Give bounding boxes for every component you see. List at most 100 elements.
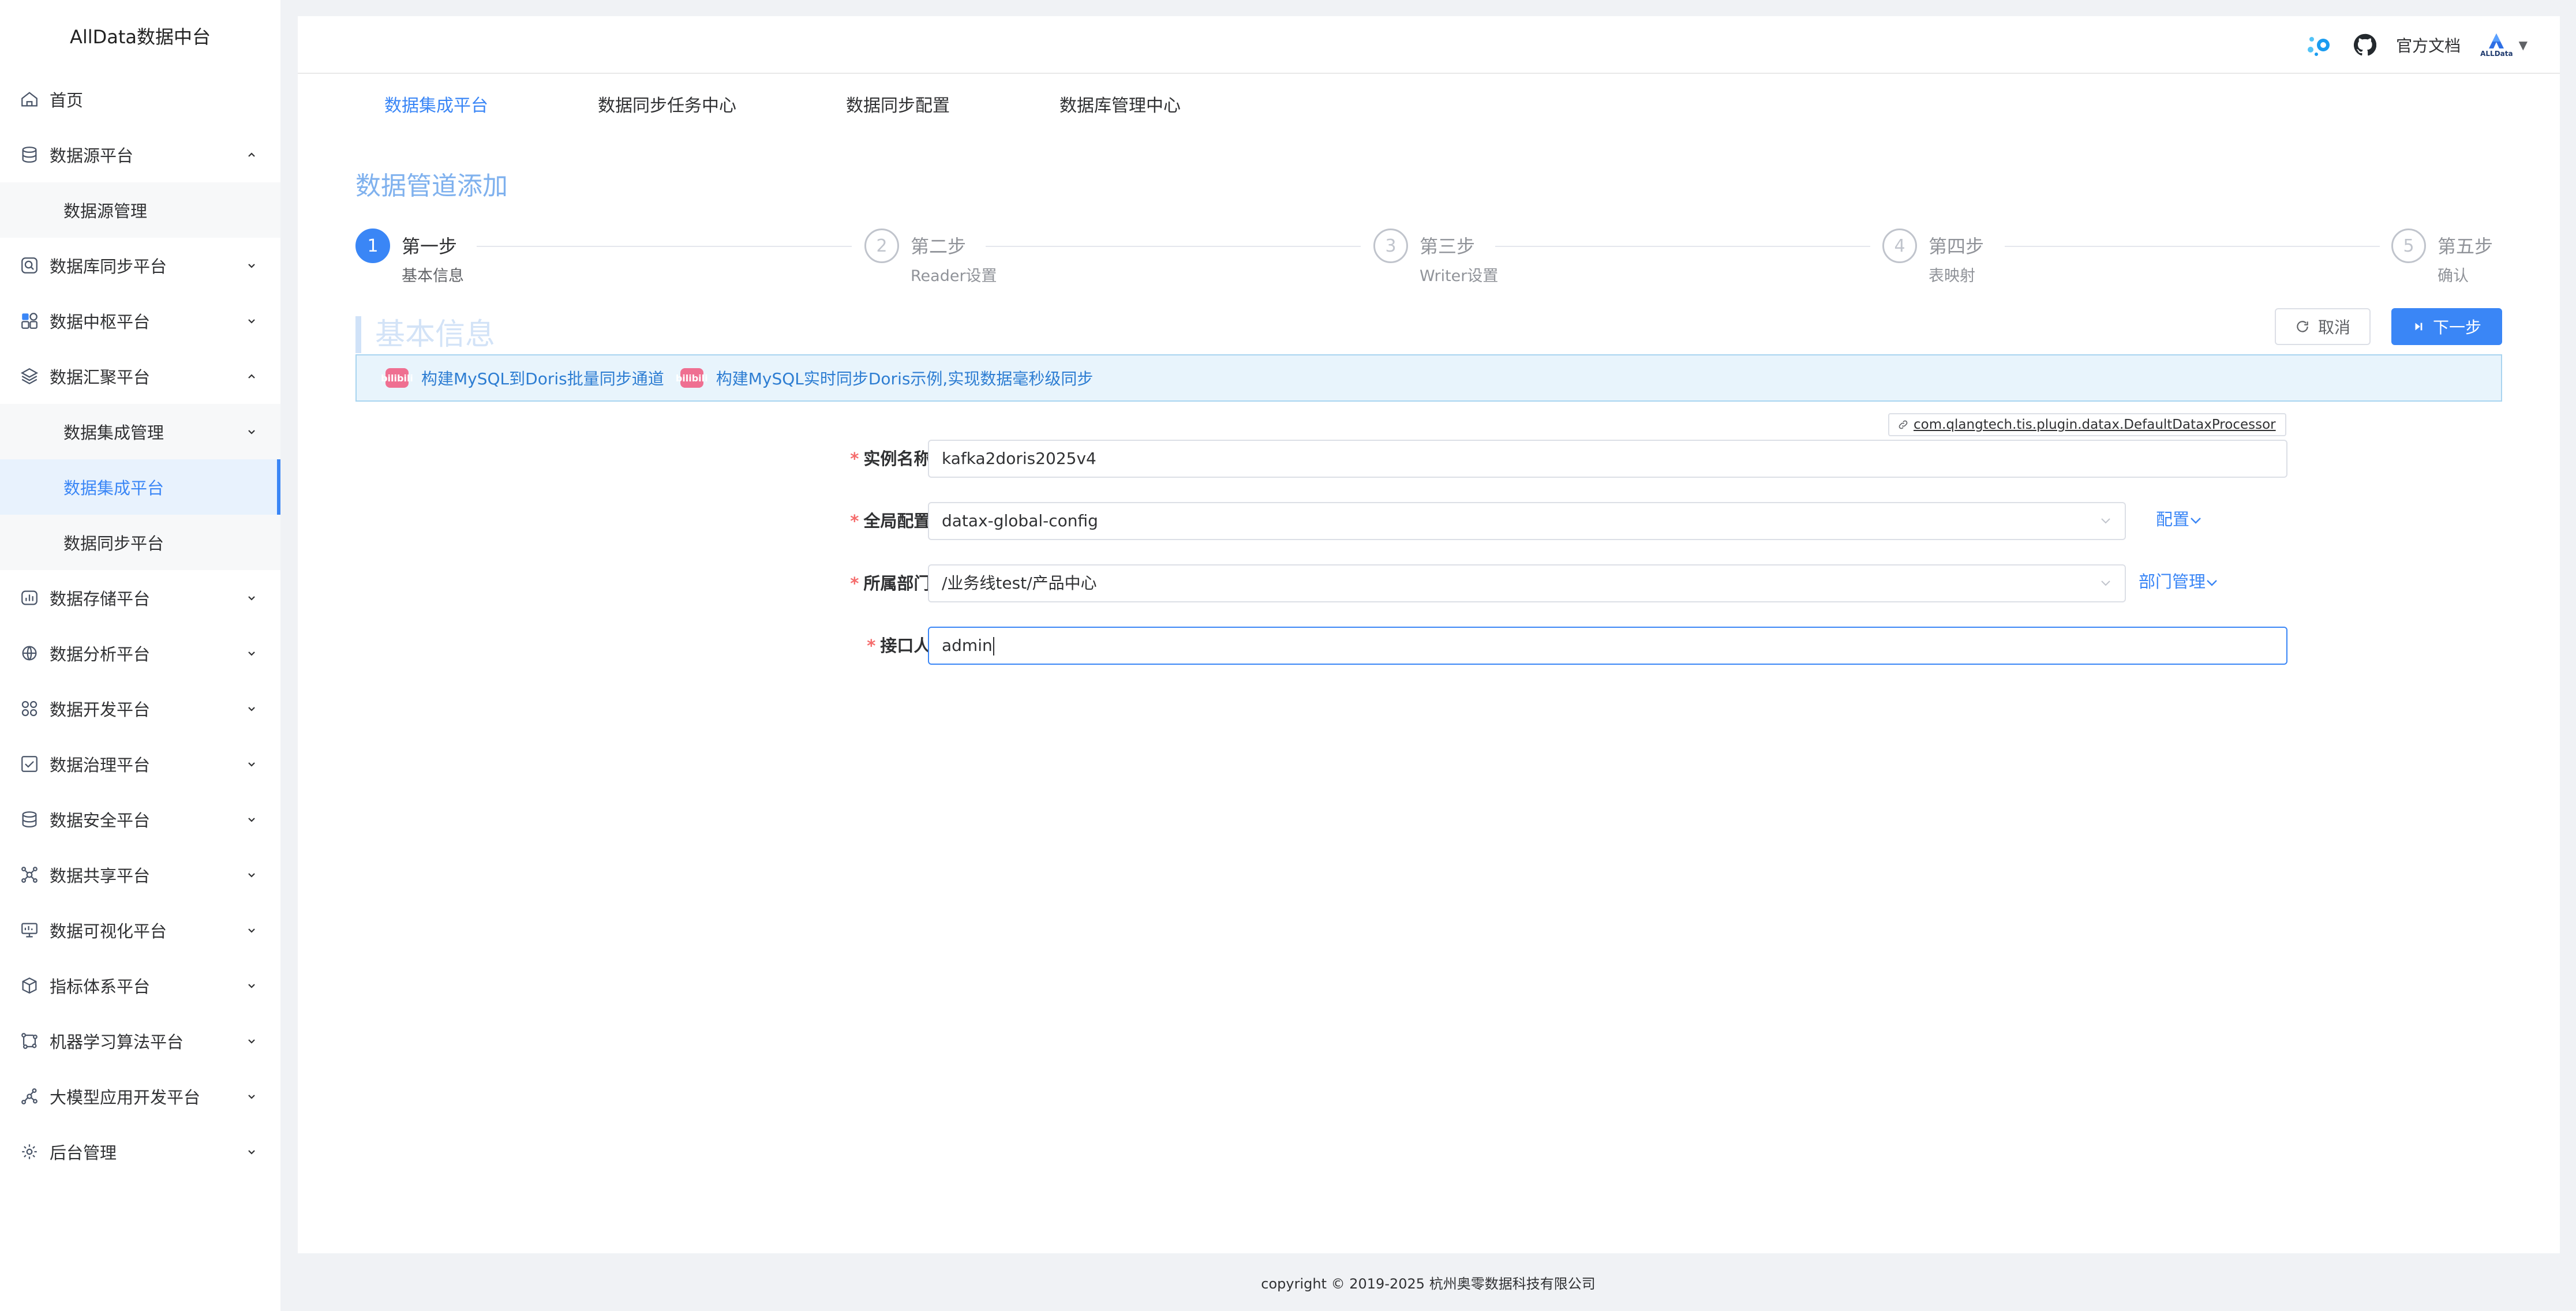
sidebar-item-development[interactable]: 数据开发平台 xyxy=(0,681,280,736)
avatar-text: ALLData xyxy=(2480,50,2513,58)
instance-name-input[interactable]: kafka2doris2025v4 xyxy=(928,440,2287,478)
tab-sync-task-center[interactable]: 数据同步任务中心 xyxy=(598,91,736,132)
step-connector xyxy=(986,246,1361,247)
department-link-label: 部门管理 xyxy=(2139,572,2206,591)
settings-icon xyxy=(20,1142,39,1162)
contact-value: admin xyxy=(942,636,993,655)
sidebar-item-data-hub[interactable]: 数据中枢平台 xyxy=(0,293,280,349)
ml-icon xyxy=(20,1031,39,1051)
sidebar-item-label: 数据集成平台 xyxy=(63,478,164,498)
step-title: 第一步 xyxy=(402,235,458,257)
text-cursor xyxy=(993,637,994,656)
sidebar-item-label: 数据共享平台 xyxy=(50,866,151,886)
tab-db-management[interactable]: 数据库管理中心 xyxy=(1059,91,1181,132)
dev-grid-icon xyxy=(20,699,39,718)
cube-icon xyxy=(20,976,39,995)
department-select[interactable]: /业务线test/产品中心 xyxy=(928,564,2126,602)
link-icon xyxy=(1899,420,1908,429)
sidebar-item-admin[interactable]: 后台管理 xyxy=(0,1124,280,1179)
sidebar-item-llm[interactable]: 大模型应用开发平台 xyxy=(0,1069,280,1124)
step-number: 1 xyxy=(355,229,390,263)
step-connector xyxy=(2005,246,2380,247)
bilibili-icon: bilibili xyxy=(381,368,413,388)
main-panel: 官方文档 ALLData ▼ 数据集成平台 数据同步任务中心 数据同步配置 数据… xyxy=(298,16,2560,1253)
global-config-link[interactable]: 配置 xyxy=(2156,502,2202,540)
department-label: * 所属部门: xyxy=(850,564,937,602)
docs-link[interactable]: 官方文档 xyxy=(2396,33,2461,57)
cancel-button-label: 取消 xyxy=(2317,318,2350,337)
global-config-select[interactable]: datax-global-config xyxy=(928,502,2126,540)
layers-icon xyxy=(20,366,39,386)
cancel-button[interactable]: 取消 xyxy=(2275,308,2371,345)
top-tabs: 数据集成平台 数据同步任务中心 数据同步配置 数据库管理中心 xyxy=(384,91,1290,132)
global-config-label: * 全局配置: xyxy=(850,502,937,540)
sidebar-item-label: 数据安全平台 xyxy=(50,811,151,830)
step-desc: Reader设置 xyxy=(911,267,997,285)
plugin-class-tag[interactable]: com.qlangtech.tis.plugin.datax.DefaultDa… xyxy=(1888,413,2286,436)
step-title: 第二步 xyxy=(911,235,967,257)
integration-status-icon[interactable] xyxy=(2305,32,2334,58)
sidebar-item-datasource-manage[interactable]: 数据源管理 xyxy=(0,182,280,238)
step-title: 第四步 xyxy=(1929,235,1985,257)
sidebar-item-db-sync[interactable]: 数据库同步平台 xyxy=(0,238,280,293)
form-row-instance-name: * 实例名称: kafka2doris2025v4 xyxy=(298,440,2560,478)
tutorial-link-batch[interactable]: bilibili 构建MySQL到Doris批量同步通道 xyxy=(381,366,664,389)
chevron-down-icon xyxy=(248,1039,255,1044)
sidebar-item-home[interactable]: 首页 xyxy=(0,72,280,127)
required-mark: * xyxy=(867,636,876,656)
department-value: /业务线test/产品中心 xyxy=(942,574,1097,593)
sidebar-item-security[interactable]: 数据安全平台 xyxy=(0,792,280,847)
sidebar-item-ml[interactable]: 机器学习算法平台 xyxy=(0,1013,280,1069)
sidebar-item-visualization[interactable]: 数据可视化平台 xyxy=(0,902,280,958)
sidebar-menu: 首页 数据源平台 数据源管理 数据库同步平台 数据中枢平台 数据汇聚平台 数据集… xyxy=(0,72,280,1179)
step-desc: 确认 xyxy=(2438,267,2469,285)
section-title: 基本信息 xyxy=(355,316,495,353)
sidebar-item-storage[interactable]: 数据存储平台 xyxy=(0,570,280,625)
sidebar-item-sync-platform[interactable]: 数据同步平台 xyxy=(0,515,280,570)
tab-sync-config[interactable]: 数据同步配置 xyxy=(846,91,950,132)
refresh-icon xyxy=(2297,321,2308,332)
chevron-down-icon xyxy=(2207,580,2217,586)
chevron-down-icon xyxy=(248,651,255,656)
sidebar-item-integration-manage[interactable]: 数据集成管理 xyxy=(0,404,280,459)
user-avatar[interactable]: ALLData ▼ xyxy=(2480,32,2528,58)
department-manage-link[interactable]: 部门管理 xyxy=(2139,564,2218,602)
chevron-down-icon xyxy=(2101,580,2110,586)
sidebar-item-label: 数据库同步平台 xyxy=(50,257,167,276)
monitor-icon xyxy=(20,920,39,940)
sidebar-item-label: 数据分析平台 xyxy=(50,645,151,664)
form-row-global-config: * 全局配置: datax-global-config 配置 xyxy=(298,502,2560,540)
tutorial-link-realtime[interactable]: bilibili 构建MySQL实时同步Doris示例,实现数据毫秒级同步 xyxy=(676,366,1093,389)
storage-chart-icon xyxy=(20,588,39,608)
next-step-button-label: 下一步 xyxy=(2432,318,2481,337)
github-icon[interactable] xyxy=(2353,33,2377,57)
sidebar-item-analysis[interactable]: 数据分析平台 xyxy=(0,625,280,681)
app-logo[interactable]: AllData数据中台 xyxy=(0,0,280,72)
sidebar-item-datasource-platform[interactable]: 数据源平台 xyxy=(0,127,280,182)
chevron-down-icon xyxy=(248,1095,255,1099)
step-connector xyxy=(477,246,852,247)
sidebar-item-metrics[interactable]: 指标体系平台 xyxy=(0,958,280,1013)
chevron-down-icon xyxy=(248,707,255,711)
sidebar-item-integration-platform[interactable]: 数据集成平台 xyxy=(0,459,280,515)
chevron-down-icon xyxy=(248,1150,255,1155)
sidebar-item-sharing[interactable]: 数据共享平台 xyxy=(0,847,280,902)
step-number: 2 xyxy=(864,229,899,263)
form-row-contact: * 接口人: admin xyxy=(298,627,2560,665)
sync-search-icon xyxy=(20,256,39,275)
required-mark: * xyxy=(850,574,859,593)
contact-input[interactable]: admin xyxy=(928,627,2287,665)
sidebar-item-label: 数据存储平台 xyxy=(50,589,151,609)
sidebar-item-governance[interactable]: 数据治理平台 xyxy=(0,736,280,792)
checkbox-icon xyxy=(20,754,39,774)
step-desc: 基本信息 xyxy=(402,267,464,285)
step-number: 3 xyxy=(1373,229,1408,263)
tab-integration-platform[interactable]: 数据集成平台 xyxy=(384,91,488,132)
chevron-up-icon xyxy=(248,374,255,379)
step-forward-icon xyxy=(2415,323,2423,331)
next-step-button[interactable]: 下一步 xyxy=(2391,308,2502,345)
form-row-department: * 所属部门: /业务线test/产品中心 部门管理 xyxy=(298,564,2560,602)
chevron-down-icon xyxy=(2101,518,2110,524)
sidebar-item-data-aggregation[interactable]: 数据汇聚平台 xyxy=(0,349,280,404)
sidebar-item-label: 数据源管理 xyxy=(63,201,148,221)
